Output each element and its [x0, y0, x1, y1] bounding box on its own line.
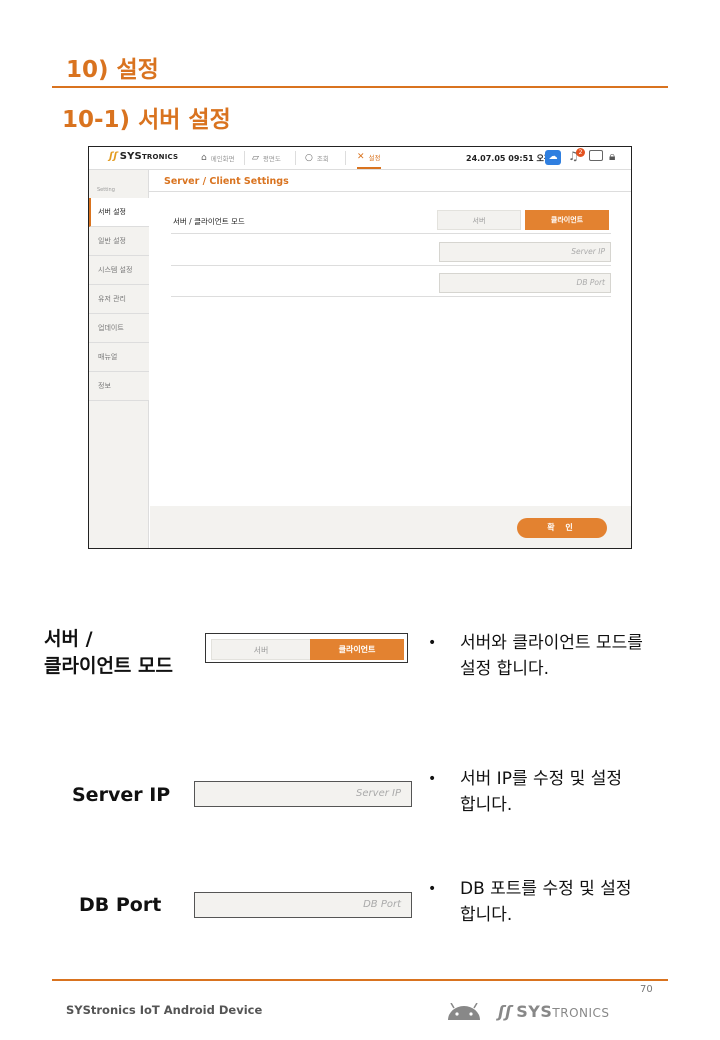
mode-toggle-example: 서버 클라이언트	[205, 633, 408, 663]
db-port-explain-label: DB Port	[79, 894, 162, 916]
label-line: 서버 /	[44, 628, 93, 650]
row-divider	[171, 233, 611, 234]
footer-text: SYStronics IoT Android Device	[66, 1003, 263, 1017]
top-bar: ʃʃ SYSTRONICS ⌂ 메인화면 ▱ 평면도 ○ 조회 ✕ 설정 24.0…	[89, 147, 631, 170]
nav-settings[interactable]: ✕ 설정	[357, 147, 381, 169]
db-port-description: • DB 포트를 수정 및 설정 합니다.	[428, 876, 698, 930]
nav-search[interactable]: ○ 조회	[305, 147, 329, 169]
cloud-icon[interactable]: ☁	[545, 150, 561, 165]
server-mode-button[interactable]: 서버	[437, 210, 521, 230]
sidebar-heading: Setting	[97, 187, 115, 193]
footer-logo-tronics: TRONICS	[552, 1006, 610, 1020]
mode-description: • 서버와 클라이언트 모드를 설정 합니다.	[428, 630, 698, 684]
server-ip-description: • 서버 IP를 수정 및 설정 합니다.	[428, 766, 698, 820]
datetime: 24.07.05 09:51 오전	[466, 154, 552, 163]
description-line: 서버 IP를 수정 및 설정	[460, 769, 623, 789]
sidebar-item-system[interactable]: 시스템 설정	[89, 256, 149, 285]
sidebar: Setting 서버 설정 일반 설정 시스템 설정 유저 관리 업데이트 매뉴…	[89, 170, 149, 548]
section-heading: 10) 설정	[66, 57, 159, 83]
sidebar-item-general[interactable]: 일반 설정	[89, 227, 149, 256]
notification-badge: 2	[576, 148, 585, 157]
heading-divider	[52, 86, 668, 88]
nav-divider	[345, 151, 346, 165]
server-ip-input[interactable]: Server IP	[439, 242, 611, 262]
android-icon	[448, 1003, 480, 1020]
title-divider	[149, 191, 631, 192]
nav-floorplan[interactable]: ▱ 평면도	[252, 147, 281, 169]
db-port-input[interactable]: DB Port	[439, 273, 611, 293]
description-text: 서버와 클라이언트 모드를 설정 합니다.	[460, 630, 643, 682]
nav-label: 설정	[368, 154, 381, 162]
sidebar-item-manual[interactable]: 매뉴얼	[89, 343, 149, 372]
bullet: •	[428, 635, 437, 651]
description-line: 설정 합니다.	[460, 659, 550, 679]
nav-label: 평면도	[262, 155, 281, 163]
logo-tronics: TRONICS	[141, 153, 179, 161]
server-ip-explain-label: Server IP	[72, 784, 171, 806]
description-line: 합니다.	[460, 905, 513, 925]
label-line: 클라이언트 모드	[44, 655, 173, 677]
monitor-icon[interactable]	[589, 150, 603, 161]
content-title: Server / Client Settings	[164, 176, 289, 187]
description-text: 서버 IP를 수정 및 설정 합니다.	[460, 766, 622, 818]
brand-logo: ʃʃ SYSTRONICS	[109, 151, 178, 162]
bullet: •	[428, 771, 437, 787]
nav-divider	[244, 151, 245, 165]
mode-explain-label: 서버 / 클라이언트 모드	[44, 626, 173, 680]
description-line: DB 포트를 수정 및 설정	[460, 879, 632, 899]
logo-mark: ʃʃ	[109, 151, 118, 162]
server-mode-example: 서버	[211, 639, 311, 660]
device-screenshot: ʃʃ SYSTRONICS ⌂ 메인화면 ▱ 평면도 ○ 조회 ✕ 설정 24.0…	[88, 146, 632, 549]
server-ip-example: Server IP	[194, 781, 412, 807]
footer-divider	[52, 979, 668, 981]
nav-label: 메인화면	[210, 155, 235, 163]
row-divider	[171, 296, 611, 297]
footer-logo-sys: SYS	[516, 1002, 553, 1021]
nav-label: 조회	[316, 155, 329, 163]
lock-icon[interactable]: 🔒︎	[609, 149, 615, 164]
home-icon: ⌂	[201, 153, 207, 163]
nav-main[interactable]: ⌂ 메인화면	[201, 147, 235, 169]
logo-sys: SYS	[119, 151, 142, 162]
row-divider	[171, 265, 611, 266]
sidebar-item-users[interactable]: 유저 관리	[89, 285, 149, 314]
mode-label: 서버 / 클라이언트 모드	[173, 217, 245, 226]
sidebar-item-update[interactable]: 업데이트	[89, 314, 149, 343]
footer-logo-mark: ʃʃ	[498, 1002, 513, 1021]
search-icon: ○	[305, 153, 313, 163]
db-port-example: DB Port	[194, 892, 412, 918]
sidebar-item-info[interactable]: 정보	[89, 372, 149, 401]
description-line: 합니다.	[460, 795, 513, 815]
map-icon: ▱	[252, 153, 259, 163]
sidebar-item-server[interactable]: 서버 설정	[89, 198, 149, 227]
description-text: DB 포트를 수정 및 설정 합니다.	[460, 876, 632, 928]
nav-divider	[295, 151, 296, 165]
confirm-button[interactable]: 확 인	[517, 518, 607, 538]
bullet: •	[428, 881, 437, 897]
footer-logo: ʃʃ SYSTRONICS	[498, 1002, 610, 1021]
description-line: 서버와 클라이언트 모드를	[460, 633, 643, 653]
tools-icon: ✕	[357, 152, 365, 162]
client-mode-example: 클라이언트	[310, 639, 404, 660]
client-mode-button[interactable]: 클라이언트	[525, 210, 609, 230]
page-number: 70	[640, 984, 653, 995]
subsection-heading: 10-1) 서버 설정	[62, 107, 231, 133]
